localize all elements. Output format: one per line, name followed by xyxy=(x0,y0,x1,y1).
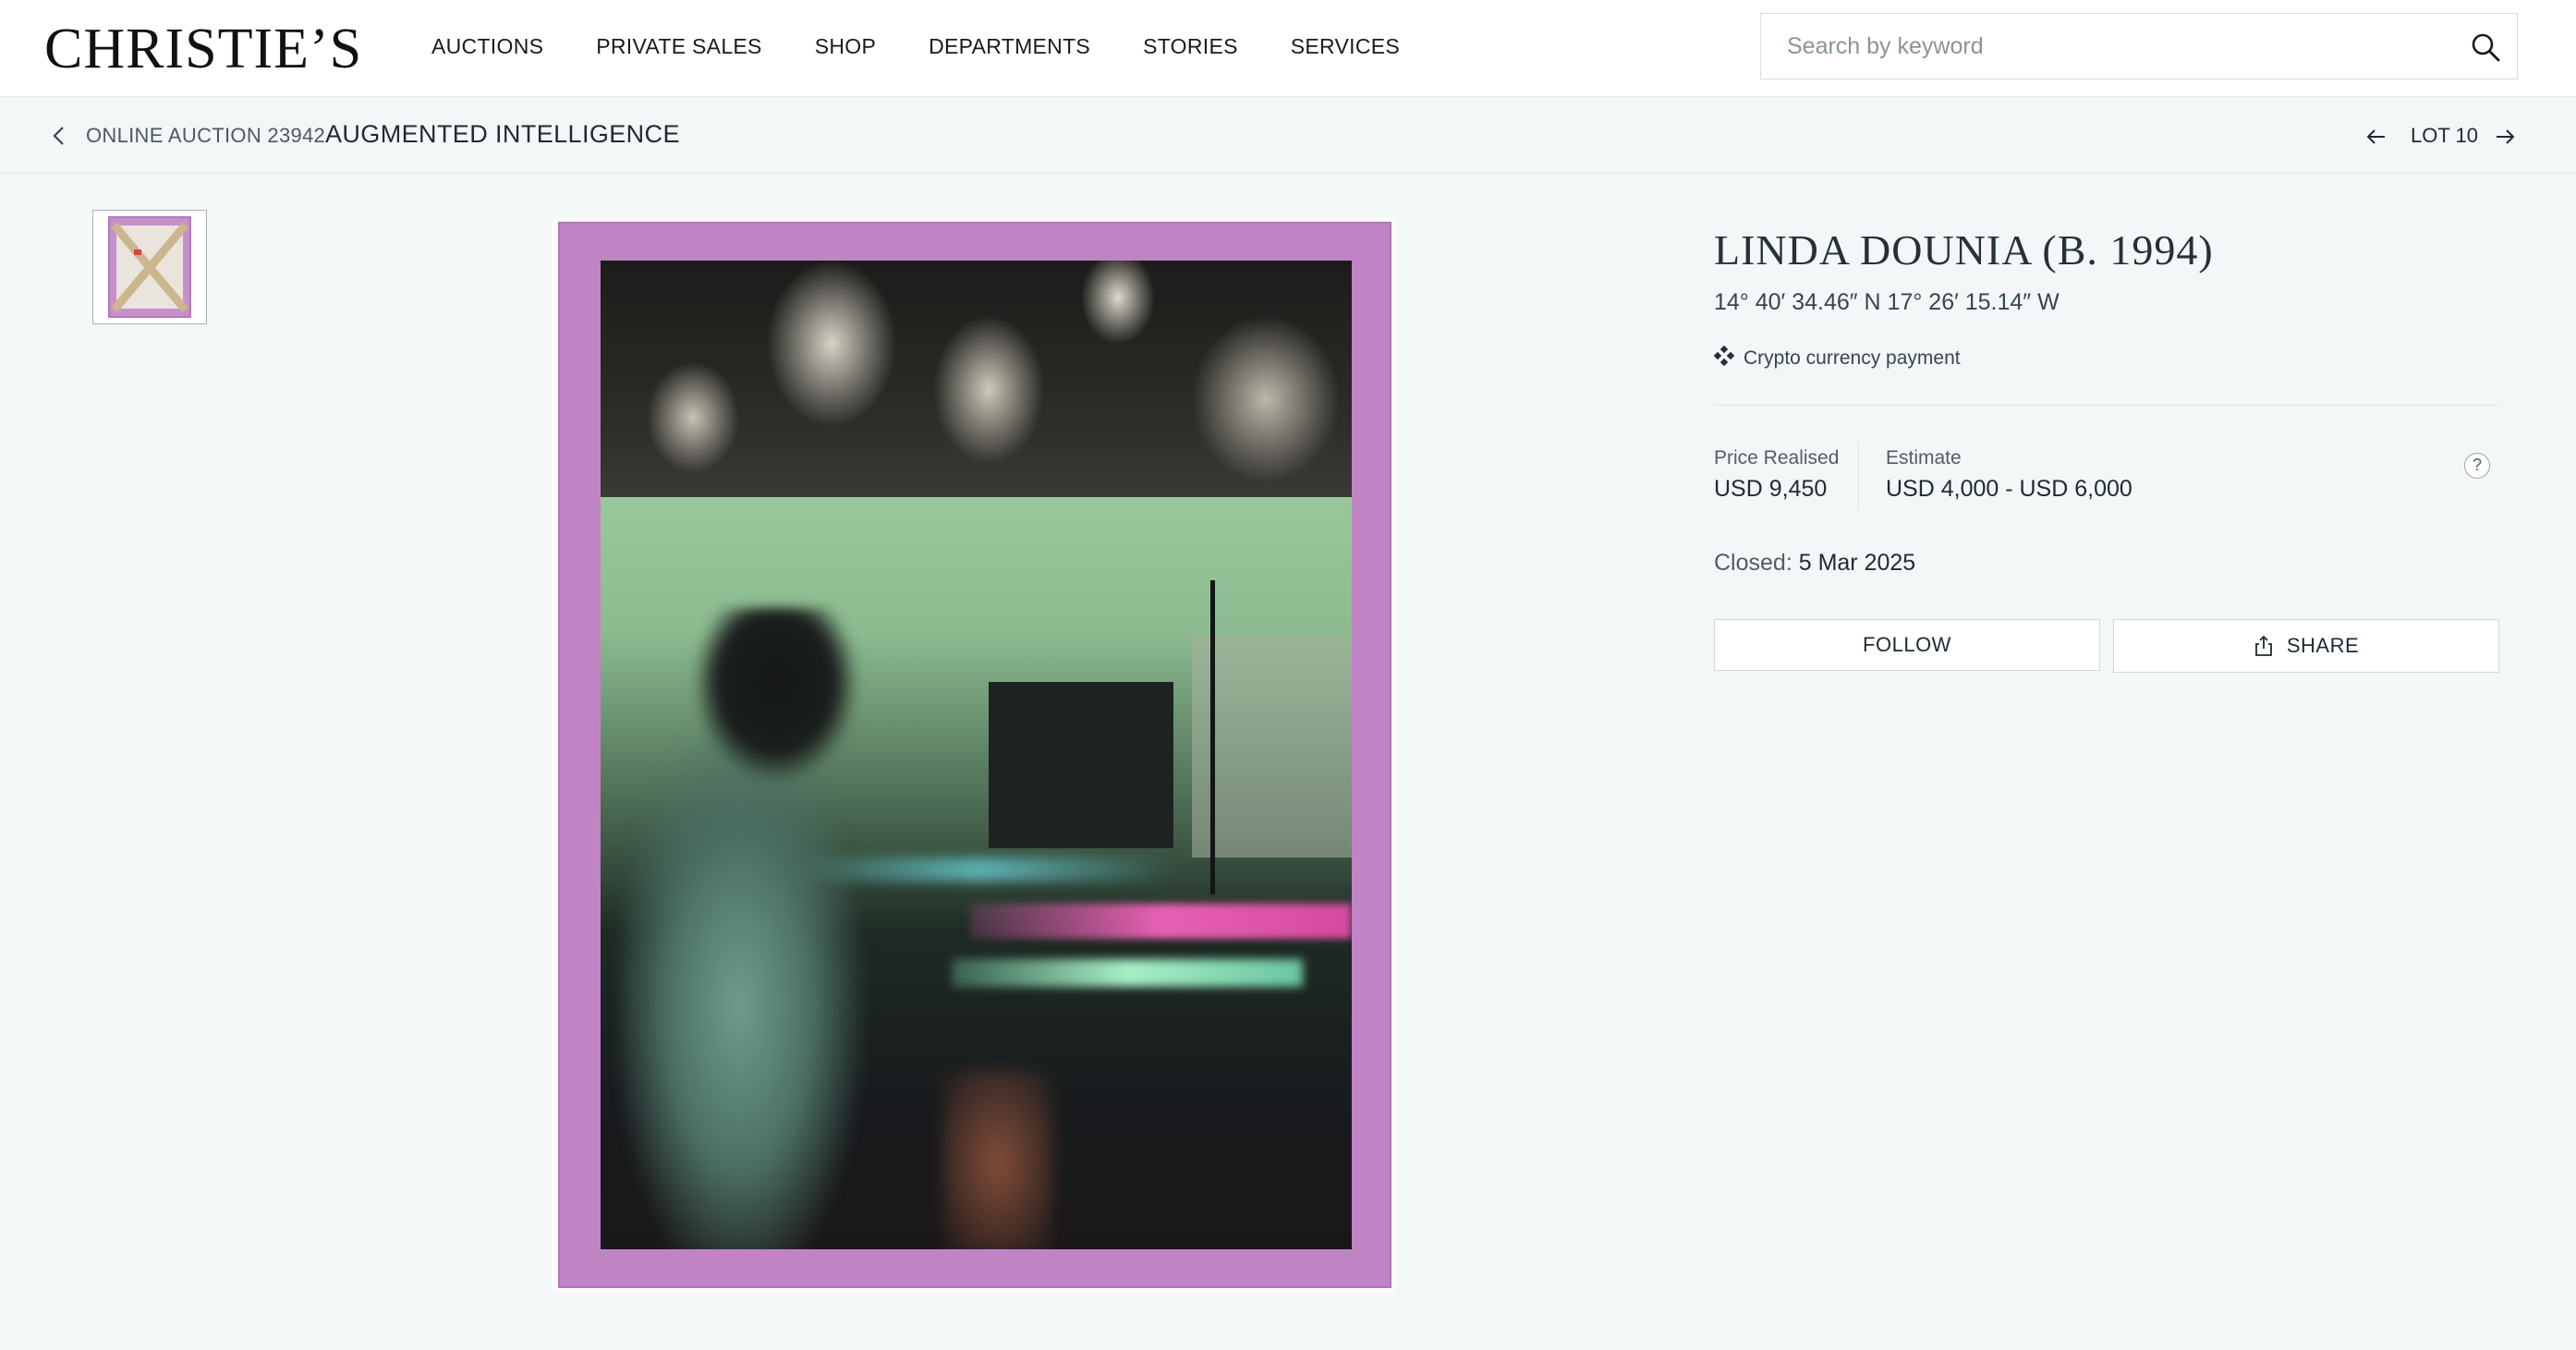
photo-bottom-panel xyxy=(601,497,1352,1249)
crypto-icon xyxy=(1713,345,1735,367)
search-input[interactable] xyxy=(1761,14,2445,79)
thumbnail-image xyxy=(108,216,191,318)
follow-button-label: FOLLOW xyxy=(1863,633,1951,656)
christies-logo[interactable]: CHRISTIE’S xyxy=(44,17,362,81)
closed-date: Closed: 5 Mar 2025 xyxy=(1714,550,1915,577)
closed-value: 5 Mar 2025 xyxy=(1798,550,1916,576)
divider xyxy=(1714,405,2498,406)
share-button[interactable]: SHARE xyxy=(2113,619,2499,673)
sale-title-link[interactable]: AUGMENTED INTELLIGENCE xyxy=(325,120,680,149)
artist-name: LINDA DOUNIA (B. 1994) xyxy=(1714,226,2214,274)
nav-services[interactable]: SERVICES xyxy=(1291,34,1400,59)
crypto-payment: Crypto currency payment xyxy=(1713,345,1961,370)
lot-title: 14° 40′ 34.46″ N 17° 26′ 15.14″ W xyxy=(1714,289,2060,315)
arrow-right-icon[interactable] xyxy=(2492,124,2518,150)
estimate-value: USD 4,000 - USD 6,000 xyxy=(1886,476,2132,502)
nav-departments[interactable]: DEPARTMENTS xyxy=(929,34,1090,59)
nav-private-sales[interactable]: PRIVATE SALES xyxy=(596,34,761,59)
divider xyxy=(1858,444,1859,508)
nav-stories[interactable]: STORIES xyxy=(1143,34,1238,59)
sale-number-link[interactable]: ONLINE AUCTION 23942 xyxy=(86,124,325,148)
follow-button[interactable]: FOLLOW xyxy=(1714,619,2100,671)
breadcrumb: ONLINE AUCTION 23942 AUGMENTED INTELLIGE… xyxy=(0,98,2576,174)
chevron-left-icon[interactable] xyxy=(48,123,70,149)
crypto-payment-label: Crypto currency payment xyxy=(1744,347,1961,369)
artwork-image[interactable] xyxy=(553,218,1395,1293)
estimate-label: Estimate xyxy=(1886,447,1962,468)
artwork-thumbnail[interactable] xyxy=(92,210,207,324)
closed-label: Closed: xyxy=(1714,550,1792,576)
share-button-label: SHARE xyxy=(2286,634,2360,657)
site-header: CHRISTIE’S AUCTIONS PRIVATE SALES SHOP D… xyxy=(0,0,2576,97)
arrow-left-icon[interactable] xyxy=(2363,124,2389,150)
price-realised-label: Price Realised xyxy=(1714,447,1840,468)
nav-shop[interactable]: SHOP xyxy=(815,34,876,59)
price-realised-value: USD 9,450 xyxy=(1714,476,1828,502)
share-icon xyxy=(2254,635,2274,657)
help-icon[interactable]: ? xyxy=(2464,453,2490,479)
photo-top-panel xyxy=(601,261,1352,497)
search-box xyxy=(1760,13,2518,79)
nav-auctions[interactable]: AUCTIONS xyxy=(431,34,543,59)
lot-number: LOT 10 xyxy=(2411,124,2478,147)
search-icon[interactable] xyxy=(2469,30,2502,64)
main-nav: AUCTIONS PRIVATE SALES SHOP DEPARTMENTS … xyxy=(431,0,1452,92)
artwork-mat xyxy=(558,222,1391,1288)
